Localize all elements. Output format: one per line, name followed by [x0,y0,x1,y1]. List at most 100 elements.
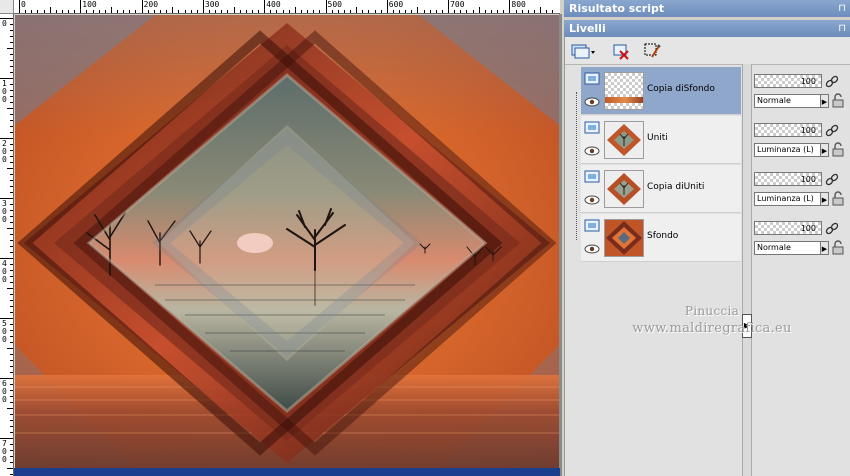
ruler-tick [411,10,413,13]
ruler-tick [147,10,149,13]
blend-mode-arrow-icon[interactable]: ▶ [820,143,829,157]
blend-mode-select[interactable]: Normale [754,241,829,255]
blend-mode-select[interactable]: Luminanza (L) [754,143,829,157]
blend-mode-arrow-icon[interactable]: ▶ [820,94,829,108]
ruler-tick [10,276,13,277]
ruler-tick [196,10,198,13]
layer-row-copia-disfondo[interactable]: Copia diSfondo [581,67,741,115]
link-icon[interactable] [825,173,839,186]
panel-splitter[interactable]: ▶ [742,64,752,476]
ruler-label: 6 0 0 [2,379,7,404]
ruler-tick [10,66,13,67]
layers-panel-title[interactable]: Livelli ⊓ [564,20,850,37]
ruler-tick [540,7,542,13]
ruler-label: 0 [21,0,26,9]
ruler-tick [190,10,192,13]
visibility-eye-icon[interactable] [584,244,600,254]
artwork-image [15,15,559,468]
ruler-tick [491,10,492,13]
opacity-slider[interactable]: 100 [754,172,822,186]
ruler-tick [435,10,437,13]
new-layer-dropdown-icon [571,44,595,59]
ruler-tick [10,42,13,43]
ruler-tick [10,240,13,241]
ruler-tick [239,10,241,13]
ruler-tick [10,114,13,115]
ruler-tick [10,210,13,211]
ruler-tick [74,10,76,13]
visibility-eye-icon[interactable] [584,146,600,156]
ruler-tick [25,10,27,13]
layer-row-sfondo[interactable]: Sfondo [581,214,741,262]
link-icon[interactable] [825,75,839,88]
link-icon[interactable] [825,124,839,137]
ruler-tick [184,10,186,13]
ruler-tick [399,10,401,13]
layer-name: Uniti [647,133,668,143]
script-output-panel-title[interactable]: Risultato script ⊓ [564,0,850,17]
lock-icon[interactable] [832,142,844,157]
visibility-eye-icon[interactable] [584,195,600,205]
ruler-tick [10,186,13,187]
ruler-tick [123,10,125,13]
ruler-tick [10,342,13,343]
blend-mode-select[interactable]: Luminanza (L) [754,192,829,206]
ruler-tick [10,384,13,385]
blend-mode-select[interactable]: Normale [754,94,829,108]
ruler-tick [221,10,223,13]
layer-name: Copia diUniti [647,182,705,192]
link-icon[interactable] [825,222,839,235]
ruler-tick [178,10,180,13]
ruler-tick [10,366,13,367]
ruler-tick [386,0,388,13]
ruler-label: 700 [450,0,465,9]
layer-row-copia-diuniti[interactable]: Copia diUniti [581,165,741,213]
ruler-tick [270,10,272,13]
ruler-tick [227,10,229,13]
watermark-author: Pinuccia [684,304,740,318]
ruler-tick [10,390,13,391]
ruler-tick [10,402,13,403]
ruler-tick [80,0,82,13]
pin-icon[interactable]: ⊓ [838,0,846,17]
lock-icon[interactable] [832,240,844,255]
ruler-label: 500 [327,0,342,9]
ruler-tick [172,7,174,13]
edit-selection-button[interactable] [642,41,662,61]
ruler-tick [10,102,13,103]
ruler-tick [264,0,266,13]
ruler-tick [10,294,13,295]
lock-icon[interactable] [832,93,844,108]
raster-layer-icon [584,72,600,85]
pin-icon[interactable]: ⊓ [838,20,846,37]
opacity-slider[interactable]: 100 [754,74,822,88]
ruler-tick [61,10,63,13]
ruler-tick [10,282,13,283]
ruler-tick [356,7,358,13]
ruler-tick [276,10,278,13]
blend-mode-arrow-icon[interactable]: ▶ [820,192,829,206]
panel-title-text: Risultato script [569,2,665,15]
layer-row-uniti[interactable]: Uniti [581,116,741,164]
delete-layer-button[interactable] [611,41,631,61]
visibility-eye-icon[interactable] [584,97,600,107]
ruler-tick [215,10,217,13]
layer-properties: 100 Normale ▶ [753,221,850,269]
watermark-url: www.maldiregrafica.eu [632,321,792,336]
ruler-tick [10,456,13,457]
ruler-tick [49,7,51,13]
lock-icon[interactable] [832,191,844,206]
opacity-slider[interactable]: 100 [754,123,822,137]
ruler-tick [7,108,13,109]
ruler-tick [10,84,13,85]
ruler-tick [245,10,247,13]
blend-mode-arrow-icon[interactable]: ▶ [820,241,829,255]
ruler-tick [509,0,511,13]
image-canvas[interactable] [15,15,559,468]
ruler-label: 2 0 0 [2,139,7,164]
new-layer-dropdown-button[interactable] [570,41,596,61]
ruler-tick [10,354,13,355]
ruler-tick [10,336,13,337]
opacity-slider[interactable]: 100 [754,221,822,235]
horizontal-scrollbar[interactable] [14,468,560,476]
